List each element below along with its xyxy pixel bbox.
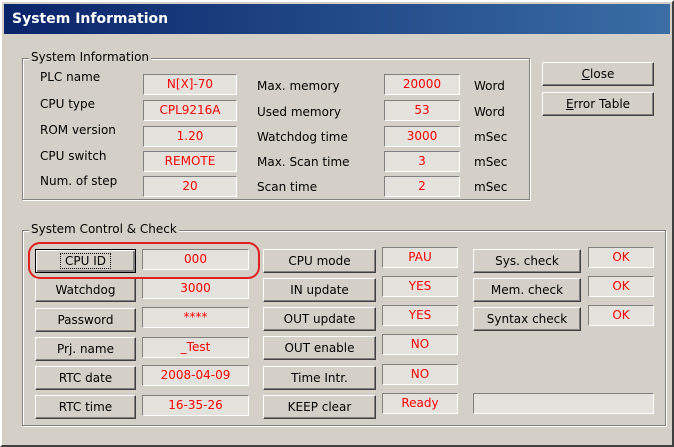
used-memory-value: 53 <box>384 100 460 121</box>
sys-check-value: OK <box>588 247 654 268</box>
mem-check-value: OK <box>588 276 654 297</box>
num-of-step-label: Num. of step <box>40 174 118 188</box>
scan-time-value: 2 <box>384 176 460 197</box>
syntax-check-button[interactable]: Syntax check <box>473 307 581 331</box>
sys-check-label: Sys. check <box>495 254 559 268</box>
max-scan-time-label: Max. Scan time <box>257 155 350 169</box>
out-enable-label: OUT enable <box>284 341 355 355</box>
mem-check-label: Mem. check <box>490 283 564 297</box>
watchdog-time-label: Watchdog time <box>257 130 348 144</box>
cpu-mode-label: CPU mode <box>288 254 351 268</box>
time-intr-label: Time Intr. <box>291 371 348 385</box>
rom-version-value: 1.20 <box>143 126 237 147</box>
cpu-mode-value: PAU <box>382 247 458 268</box>
watchdog-time-value: 3000 <box>384 126 460 147</box>
password-button[interactable]: Password <box>35 308 136 332</box>
window-title: System Information <box>4 4 670 34</box>
syntax-check-value: OK <box>588 305 654 326</box>
max-scan-time-value: 3 <box>384 151 460 172</box>
rtc-time-button[interactable]: RTC time <box>35 395 136 419</box>
used-memory-label: Used memory <box>257 105 341 119</box>
prj-name-label: Prj. name <box>57 342 114 356</box>
cpu-id-highlight <box>28 242 260 279</box>
status-message-field <box>473 393 654 414</box>
close-accel-letter: C <box>581 67 591 81</box>
cpu-switch-value: REMOTE <box>143 151 237 172</box>
max-memory-label: Max. memory <box>257 79 340 93</box>
keep-clear-label: KEEP clear <box>287 400 352 414</box>
in-update-button[interactable]: IN update <box>263 278 376 302</box>
keep-clear-button[interactable]: KEEP clear <box>263 395 376 419</box>
in-update-label: IN update <box>290 283 349 297</box>
prj-name-value: _Test <box>142 337 249 358</box>
scan-time-unit: mSec <box>474 180 508 194</box>
group-title: System Control & Check <box>29 222 179 236</box>
syntax-check-label: Syntax check <box>486 312 568 326</box>
password-value: **** <box>142 307 249 328</box>
out-enable-value: NO <box>382 334 458 355</box>
cpu-type-value: CPL9216A <box>143 100 237 121</box>
close-label-rest: lose <box>590 67 615 81</box>
time-intr-button[interactable]: Time Intr. <box>263 366 376 390</box>
mem-check-button[interactable]: Mem. check <box>473 278 581 302</box>
used-memory-unit: Word <box>474 105 505 119</box>
group-title: System Information <box>29 50 152 64</box>
rtc-time-label: RTC time <box>58 400 113 414</box>
watchdog-value: 3000 <box>142 278 249 299</box>
close-button[interactable]: Close <box>542 62 654 86</box>
scan-time-label: Scan time <box>257 180 318 194</box>
error-table-accel-letter: E <box>565 97 574 111</box>
max-memory-unit: Word <box>474 79 505 93</box>
rtc-date-value: 2008-04-09 <box>142 365 249 386</box>
out-update-label: OUT update <box>283 312 356 326</box>
rom-version-label: ROM version <box>40 123 116 137</box>
error-table-label-rest: rror Table <box>573 97 631 111</box>
watchdog-button[interactable]: Watchdog <box>35 278 136 302</box>
rtc-date-label: RTC date <box>58 371 113 385</box>
watchdog-label: Watchdog <box>55 283 116 297</box>
keep-clear-value: Ready <box>382 393 458 414</box>
plc-name-value: N[X]-70 <box>143 74 237 95</box>
system-information-window: System Information System Information PL… <box>0 0 674 447</box>
cpu-type-label: CPU type <box>40 97 96 111</box>
out-update-button[interactable]: OUT update <box>263 307 376 331</box>
max-scan-time-unit: mSec <box>474 155 508 169</box>
password-label: Password <box>57 313 114 327</box>
error-table-button[interactable]: Error Table <box>542 92 654 116</box>
watchdog-time-unit: mSec <box>474 130 508 144</box>
max-memory-value: 20000 <box>384 74 460 95</box>
out-update-value: YES <box>382 305 458 326</box>
cpu-switch-label: CPU switch <box>40 149 107 163</box>
plc-name-label: PLC name <box>40 70 101 84</box>
num-of-step-value: 20 <box>143 176 237 197</box>
sys-check-button[interactable]: Sys. check <box>473 249 581 273</box>
in-update-value: YES <box>382 276 458 297</box>
time-intr-value: NO <box>382 364 458 385</box>
rtc-date-button[interactable]: RTC date <box>35 366 136 390</box>
cpu-mode-button[interactable]: CPU mode <box>263 249 376 273</box>
rtc-time-value: 16-35-26 <box>142 395 249 416</box>
prj-name-button[interactable]: Prj. name <box>35 337 136 361</box>
out-enable-button[interactable]: OUT enable <box>263 336 376 360</box>
